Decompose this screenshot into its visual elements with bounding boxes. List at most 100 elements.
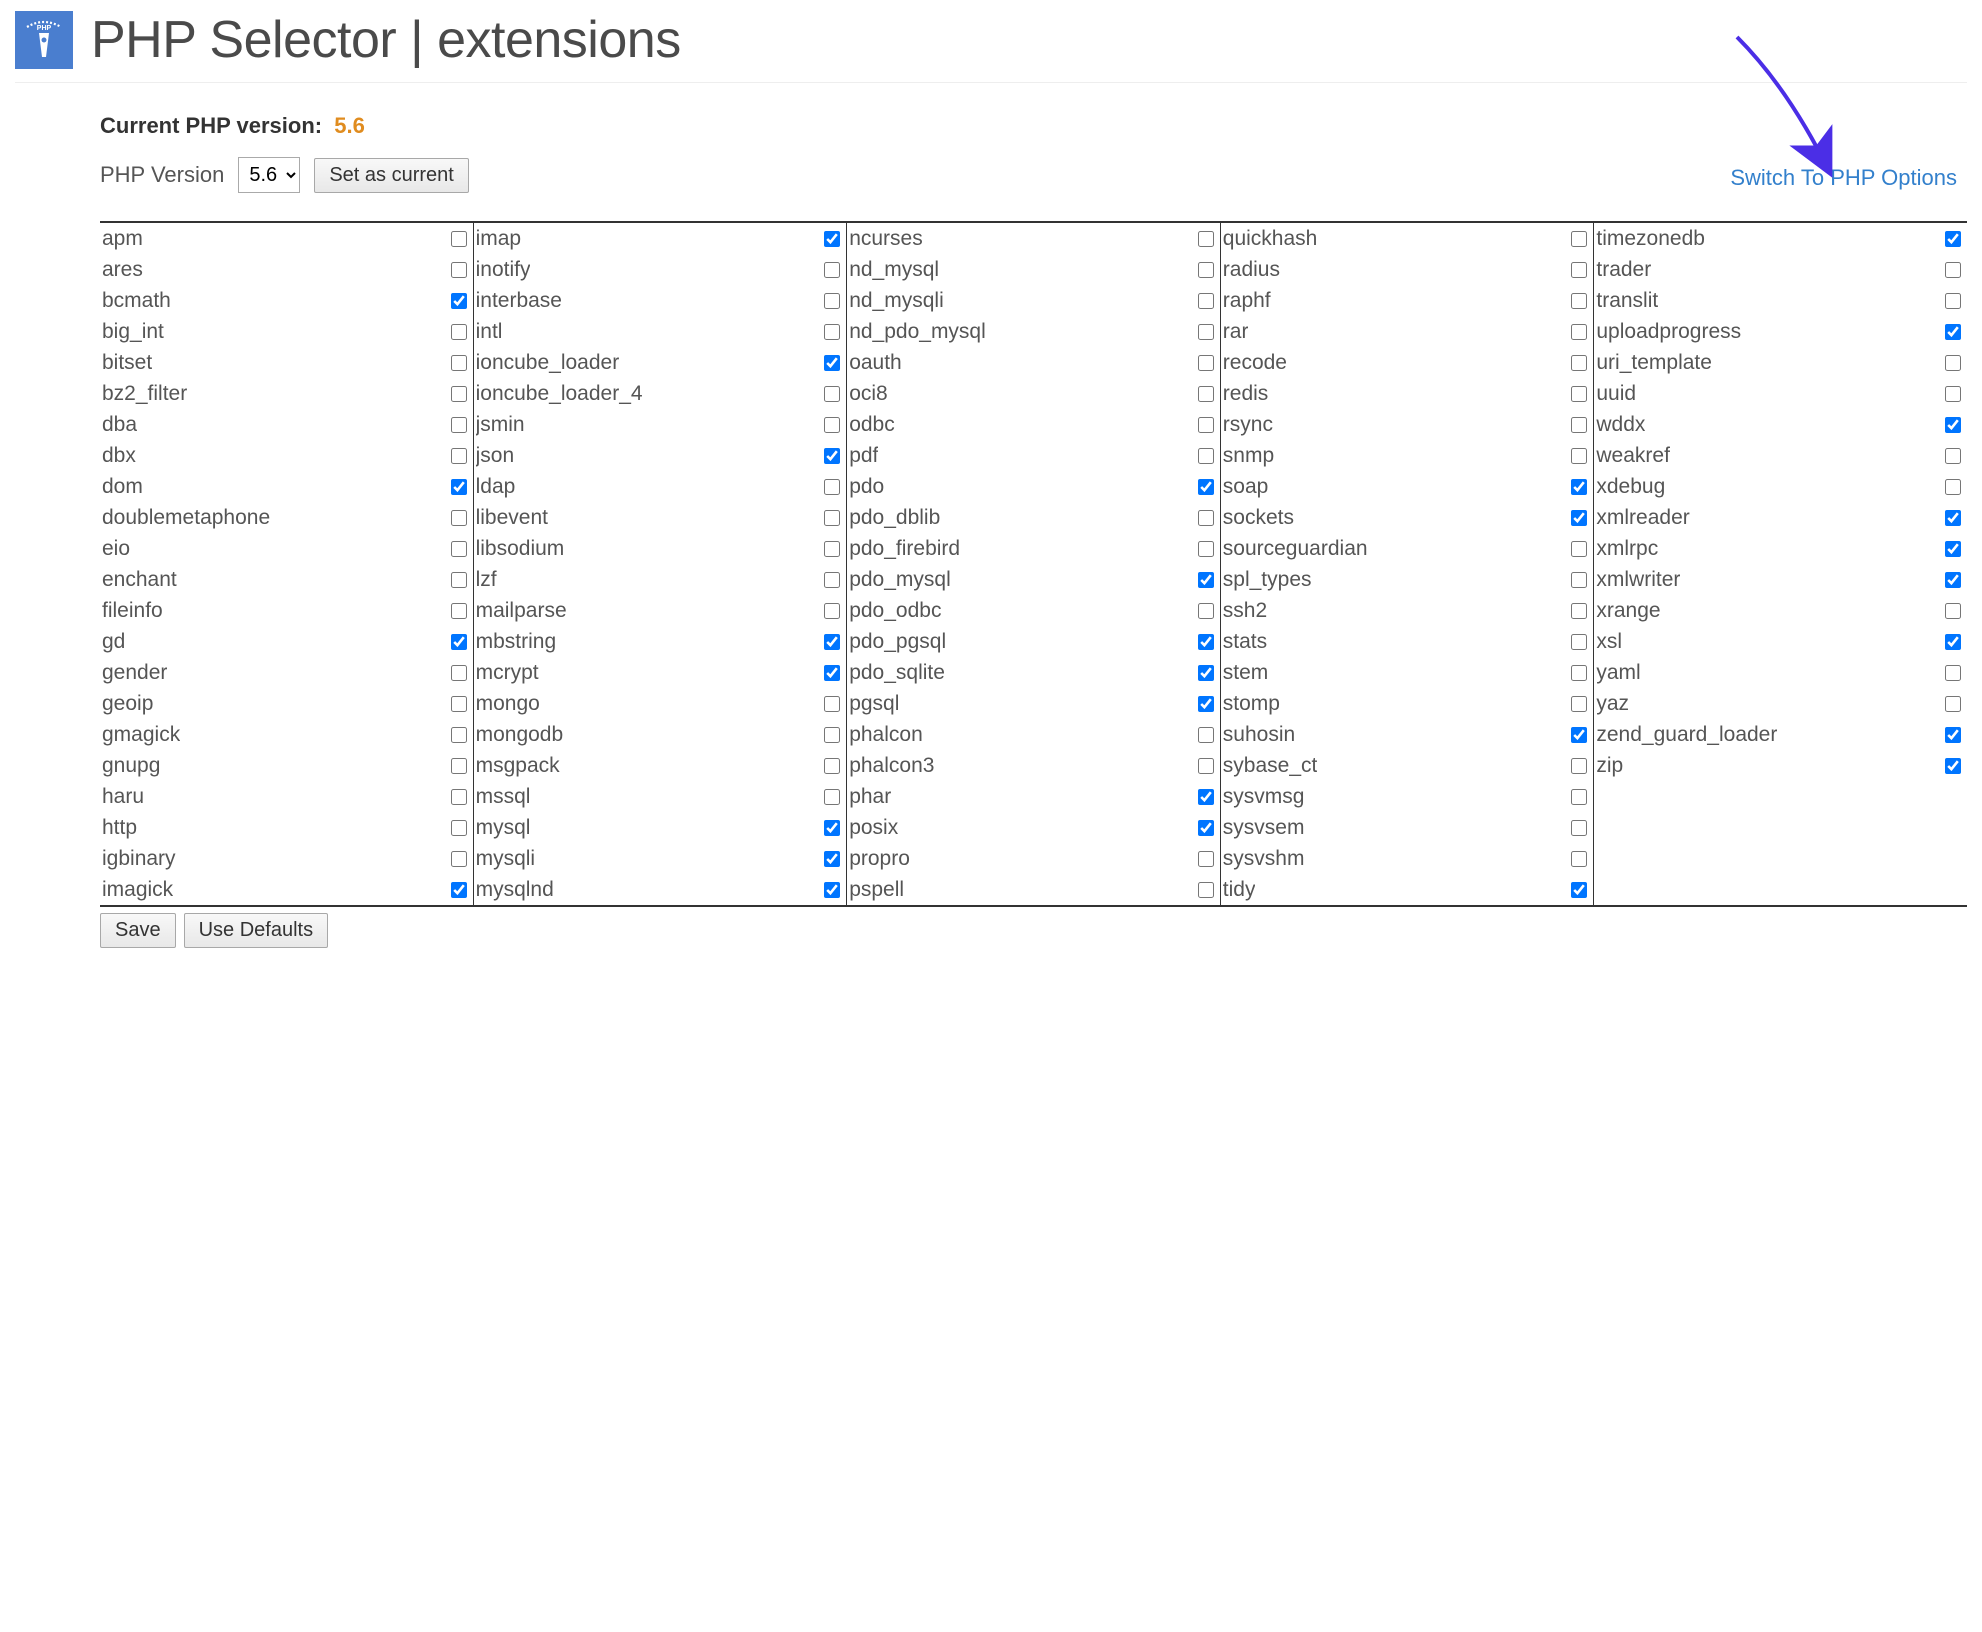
extension-checkbox[interactable] <box>1571 851 1587 867</box>
extension-checkbox[interactable] <box>451 510 467 526</box>
extension-checkbox[interactable] <box>451 355 467 371</box>
extension-checkbox[interactable] <box>1571 665 1587 681</box>
extension-checkbox[interactable] <box>1945 324 1961 340</box>
extension-checkbox[interactable] <box>1198 696 1214 712</box>
extension-checkbox[interactable] <box>451 448 467 464</box>
set-as-current-button[interactable]: Set as current <box>314 158 469 193</box>
extension-checkbox[interactable] <box>824 696 840 712</box>
extension-checkbox[interactable] <box>824 510 840 526</box>
extension-checkbox[interactable] <box>451 665 467 681</box>
extension-checkbox[interactable] <box>824 665 840 681</box>
extension-checkbox[interactable] <box>824 572 840 588</box>
extension-checkbox[interactable] <box>824 293 840 309</box>
extension-checkbox[interactable] <box>451 231 467 247</box>
extension-checkbox[interactable] <box>451 727 467 743</box>
extension-checkbox[interactable] <box>1945 355 1961 371</box>
save-button[interactable]: Save <box>100 913 176 948</box>
extension-checkbox[interactable] <box>1945 603 1961 619</box>
extension-checkbox[interactable] <box>451 882 467 898</box>
extension-checkbox[interactable] <box>451 293 467 309</box>
extension-checkbox[interactable] <box>1945 417 1961 433</box>
extension-checkbox[interactable] <box>1198 293 1214 309</box>
extension-checkbox[interactable] <box>1571 417 1587 433</box>
extension-checkbox[interactable] <box>824 603 840 619</box>
extension-checkbox[interactable] <box>1571 572 1587 588</box>
extension-checkbox[interactable] <box>1571 789 1587 805</box>
extension-checkbox[interactable] <box>1198 727 1214 743</box>
extension-checkbox[interactable] <box>1571 231 1587 247</box>
extension-checkbox[interactable] <box>1945 758 1961 774</box>
extension-checkbox[interactable] <box>1198 231 1214 247</box>
extension-checkbox[interactable] <box>1198 820 1214 836</box>
extension-checkbox[interactable] <box>824 324 840 340</box>
extension-checkbox[interactable] <box>1571 727 1587 743</box>
extension-checkbox[interactable] <box>1571 758 1587 774</box>
extension-checkbox[interactable] <box>451 262 467 278</box>
extension-checkbox[interactable] <box>1198 634 1214 650</box>
extension-checkbox[interactable] <box>824 634 840 650</box>
extension-checkbox[interactable] <box>1571 696 1587 712</box>
extension-checkbox[interactable] <box>824 417 840 433</box>
extension-checkbox[interactable] <box>1571 882 1587 898</box>
extension-checkbox[interactable] <box>1198 479 1214 495</box>
extension-checkbox[interactable] <box>1198 572 1214 588</box>
extension-checkbox[interactable] <box>1571 603 1587 619</box>
extension-checkbox[interactable] <box>824 448 840 464</box>
extension-checkbox[interactable] <box>451 417 467 433</box>
extension-checkbox[interactable] <box>1198 324 1214 340</box>
extension-checkbox[interactable] <box>1571 820 1587 836</box>
extension-checkbox[interactable] <box>824 541 840 557</box>
extension-checkbox[interactable] <box>1571 324 1587 340</box>
extension-checkbox[interactable] <box>1945 541 1961 557</box>
extension-checkbox[interactable] <box>451 603 467 619</box>
extension-checkbox[interactable] <box>451 479 467 495</box>
extension-checkbox[interactable] <box>1198 541 1214 557</box>
extension-checkbox[interactable] <box>1945 634 1961 650</box>
extension-checkbox[interactable] <box>1198 603 1214 619</box>
extension-checkbox[interactable] <box>1198 417 1214 433</box>
extension-checkbox[interactable] <box>1571 386 1587 402</box>
version-select[interactable]: 5.6 <box>238 157 300 193</box>
extension-checkbox[interactable] <box>1198 851 1214 867</box>
extension-checkbox[interactable] <box>1198 355 1214 371</box>
extension-checkbox[interactable] <box>824 355 840 371</box>
extension-checkbox[interactable] <box>1945 572 1961 588</box>
extension-checkbox[interactable] <box>824 386 840 402</box>
extension-checkbox[interactable] <box>824 727 840 743</box>
extension-checkbox[interactable] <box>1945 727 1961 743</box>
extension-checkbox[interactable] <box>1571 293 1587 309</box>
extension-checkbox[interactable] <box>1198 665 1214 681</box>
extension-checkbox[interactable] <box>824 262 840 278</box>
extension-checkbox[interactable] <box>1945 696 1961 712</box>
extension-checkbox[interactable] <box>1945 479 1961 495</box>
extension-checkbox[interactable] <box>824 479 840 495</box>
extension-checkbox[interactable] <box>1571 262 1587 278</box>
extension-checkbox[interactable] <box>1198 510 1214 526</box>
extension-checkbox[interactable] <box>1945 231 1961 247</box>
extension-checkbox[interactable] <box>451 541 467 557</box>
extension-checkbox[interactable] <box>824 758 840 774</box>
extension-checkbox[interactable] <box>824 882 840 898</box>
extension-checkbox[interactable] <box>824 851 840 867</box>
extension-checkbox[interactable] <box>451 820 467 836</box>
extension-checkbox[interactable] <box>1571 510 1587 526</box>
extension-checkbox[interactable] <box>824 820 840 836</box>
extension-checkbox[interactable] <box>1571 355 1587 371</box>
extension-checkbox[interactable] <box>1198 789 1214 805</box>
extension-checkbox[interactable] <box>451 324 467 340</box>
extension-checkbox[interactable] <box>1198 882 1214 898</box>
extension-checkbox[interactable] <box>451 634 467 650</box>
extension-checkbox[interactable] <box>1945 293 1961 309</box>
extension-checkbox[interactable] <box>1198 448 1214 464</box>
extension-checkbox[interactable] <box>451 696 467 712</box>
extension-checkbox[interactable] <box>1945 262 1961 278</box>
extension-checkbox[interactable] <box>1571 448 1587 464</box>
extension-checkbox[interactable] <box>1945 665 1961 681</box>
extension-checkbox[interactable] <box>451 572 467 588</box>
extension-checkbox[interactable] <box>824 231 840 247</box>
extension-checkbox[interactable] <box>1571 479 1587 495</box>
extension-checkbox[interactable] <box>1945 386 1961 402</box>
extension-checkbox[interactable] <box>1945 510 1961 526</box>
extension-checkbox[interactable] <box>451 789 467 805</box>
extension-checkbox[interactable] <box>1198 262 1214 278</box>
